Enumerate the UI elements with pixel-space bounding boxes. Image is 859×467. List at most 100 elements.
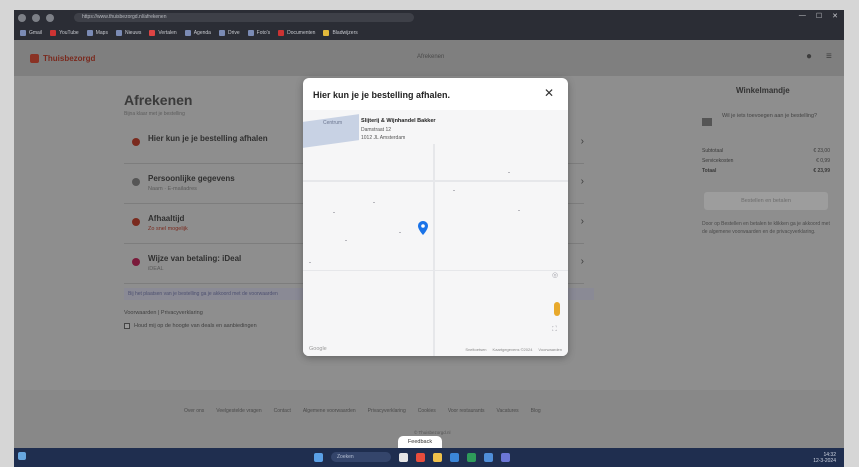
bookmark[interactable]: Nieuws [115, 29, 141, 36]
store-street: Damstraat 12 [361, 127, 392, 133]
store-name: Slijterij & Wijnhandel Bakker [361, 118, 436, 124]
file-explorer-icon[interactable] [433, 452, 442, 462]
bookmark[interactable]: Vertalen [149, 29, 177, 36]
order-and-pay-button[interactable]: Bestellen en betalen [704, 192, 828, 210]
taskbar-widgets[interactable] [18, 452, 26, 460]
task-view-icon[interactable] [399, 452, 408, 462]
pickup-location-modal: Hier kun je je bestelling afhalen. ✕ Cen… [303, 78, 568, 356]
map-marker-dot [518, 210, 520, 211]
ideal-icon [132, 258, 140, 266]
bookmark-favicon [149, 29, 156, 36]
taskbar: Zoeken 14:32 12-3-2024 [14, 448, 844, 467]
map-attribution: Sneltoetsen Kaartgegevens ©2024 Voorwaar… [465, 347, 562, 352]
chevron-right-icon: › [580, 256, 584, 267]
forward-icon[interactable] [32, 13, 40, 22]
bookmark[interactable]: Drive [218, 29, 240, 36]
close-icon[interactable]: ✕ [544, 87, 554, 99]
windows-start-icon[interactable] [314, 452, 323, 462]
checkbox[interactable] [124, 323, 130, 329]
terms-links[interactable]: Voorwaarden | Privacyverklaring [124, 310, 203, 316]
back-icon[interactable] [18, 13, 26, 22]
taskbar-clock[interactable]: 14:32 12-3-2024 [813, 452, 836, 464]
site-logo[interactable]: Thuisbezorgd [30, 54, 95, 63]
footer-link[interactable]: Privacyverklaring [368, 408, 406, 414]
chrome-icon[interactable] [416, 452, 425, 462]
bookmark[interactable]: Gmail [20, 29, 42, 36]
map-area-label: Centrum [323, 120, 343, 126]
footer-links: Over ons Veelgestelde vragen Contact Alg… [184, 408, 541, 414]
footer-link[interactable]: Cookies [418, 408, 436, 414]
feedback-button[interactable]: Feedback [398, 436, 442, 448]
footer-link[interactable]: Veelgestelde vragen [216, 408, 261, 414]
footer-link[interactable]: Contact [274, 408, 291, 414]
fullscreen-icon[interactable]: ⛶ [552, 326, 560, 334]
bookmark[interactable]: Documenten [278, 29, 315, 36]
bookmark-favicon [278, 29, 285, 36]
bookmarks-bar: Gmail YouTube Maps Nieuws Vertalen Agend… [14, 26, 844, 39]
checkout-title: Afrekenen [124, 92, 193, 108]
site-header: Thuisbezorgd Afrekenen ● ≡ [14, 40, 844, 76]
newsletter-checkbox[interactable]: Houd mij op de hoogte van deals en aanbi… [124, 323, 257, 329]
window-controls: — ☐ ✕ [799, 12, 838, 20]
cart-panel: Winkelmandje Wil je iets toevoegen aan j… [696, 82, 836, 292]
map-shortcuts-link[interactable]: Sneltoetsen [465, 347, 486, 352]
cart-row-service: Servicekosten € 0,99 [702, 158, 830, 164]
chevron-right-icon: › [580, 136, 584, 147]
footer-link[interactable]: Vacatures [497, 408, 519, 414]
teams-icon[interactable] [501, 452, 510, 462]
logo-house-icon [30, 54, 39, 63]
modal-title: Hier kun je je bestelling afhalen. [313, 90, 451, 100]
user-icon[interactable]: ● [806, 52, 816, 62]
menu-icon[interactable]: ≡ [826, 52, 836, 62]
bookmark[interactable]: Foto's [247, 29, 270, 36]
close-window-icon[interactable]: ✕ [832, 12, 838, 20]
bookmark-favicon [247, 29, 254, 36]
browser-chrome: https://www.thuisbezorgd.nl/afrekenen — … [14, 10, 844, 40]
address-bar[interactable]: https://www.thuisbezorgd.nl/afrekenen [74, 13, 414, 22]
footer-link[interactable]: Algemene voorwaarden [303, 408, 356, 414]
word-icon[interactable] [484, 452, 493, 462]
bookmark[interactable]: YouTube [50, 29, 79, 36]
bookmark-favicon [50, 29, 57, 36]
cart-title: Winkelmandje [736, 86, 790, 95]
footer-link[interactable]: Voor restaurants [448, 408, 485, 414]
checkout-subtitle: Bijna klaar met je bestelling [124, 111, 185, 117]
bookmark[interactable]: Bladwijzers [323, 29, 358, 36]
store-city: 1012 JL Amsterdam [361, 135, 406, 141]
reload-icon[interactable] [46, 13, 54, 22]
map[interactable]: Centrum Slijterij & Wijnhandel Bakker Da… [303, 110, 568, 356]
my-location-icon[interactable]: ◎ [552, 272, 560, 280]
bookmark[interactable]: Agenda [184, 29, 211, 36]
header-actions: ● ≡ [806, 52, 836, 62]
map-marker-dot [453, 190, 455, 191]
google-logo: Google [309, 346, 327, 352]
edge-icon[interactable] [450, 452, 459, 462]
bookmark[interactable]: Maps [86, 29, 108, 36]
browser-tabbar: https://www.thuisbezorgd.nl/afrekenen — … [14, 10, 844, 25]
street-view-icon[interactable] [554, 302, 560, 316]
taskbar-search[interactable]: Zoeken [331, 452, 391, 462]
footer-link[interactable]: Over ons [184, 408, 204, 414]
location-pin-icon[interactable] [418, 221, 428, 235]
bookmark-favicon [218, 29, 225, 36]
map-terms-link[interactable]: Voorwaarden [538, 347, 562, 352]
clock-icon [132, 218, 140, 226]
bookmark-favicon [184, 29, 191, 36]
bag-icon [702, 118, 712, 126]
weather-icon [18, 452, 26, 460]
bookmark-favicon [323, 29, 330, 36]
minimize-icon[interactable]: — [799, 12, 806, 20]
map-marker-dot [333, 212, 335, 213]
excel-icon[interactable] [467, 452, 476, 462]
footer-link[interactable]: Blog [531, 408, 541, 414]
cart-legal-text: Door op Bestellen en betalen te klikken … [702, 221, 830, 235]
map-data-link[interactable]: Kaartgegevens ©2024 [493, 347, 533, 352]
map-road [433, 144, 435, 356]
cart-row-total: Totaal € 23,99 [702, 168, 830, 174]
cart-note[interactable]: Wil je iets toevoegen aan je bestelling? [696, 108, 836, 144]
store-info: Slijterij & Wijnhandel Bakker Damstraat … [361, 118, 511, 143]
maximize-icon[interactable]: ☐ [816, 12, 822, 20]
screen: https://www.thuisbezorgd.nl/afrekenen — … [0, 0, 859, 467]
location-icon [132, 138, 140, 146]
bookmark-favicon [86, 29, 93, 36]
